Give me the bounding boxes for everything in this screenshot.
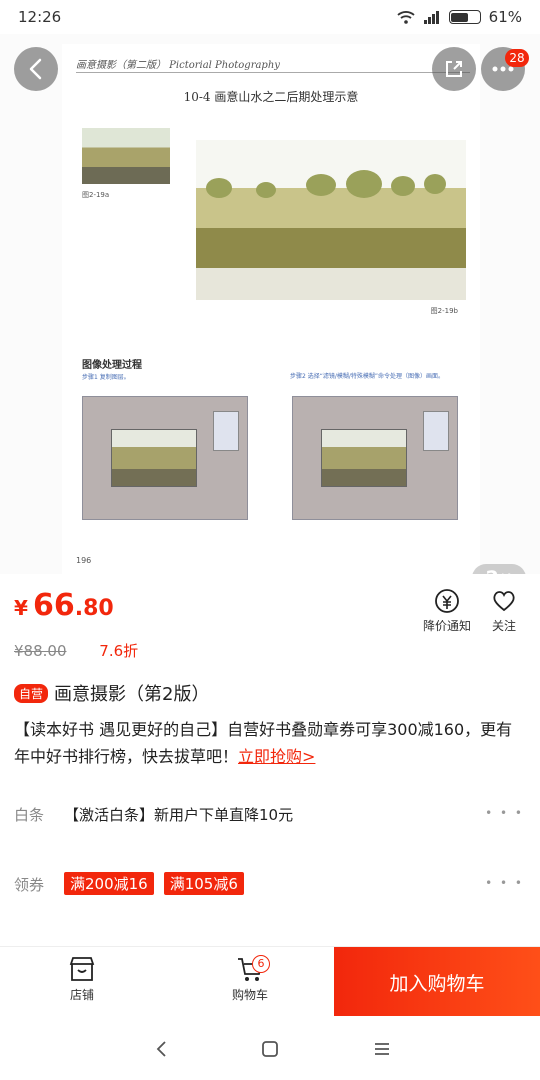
- tree: [256, 182, 276, 198]
- self-operated-tag: 自营: [14, 683, 49, 703]
- baitiao-text[interactable]: 【激活白条】新用户下单直降10元: [64, 804, 293, 825]
- back-button[interactable]: [14, 47, 58, 91]
- step-b: 步骤2 选择“滤镜/模糊/特殊模糊”命令处理（图像）画面。: [290, 373, 444, 380]
- editor-panel: [213, 411, 239, 451]
- process-title: 图像处理过程: [82, 360, 142, 371]
- tree: [306, 174, 336, 196]
- pager-current: 2: [486, 567, 499, 574]
- baitiao-more-icon[interactable]: • • •: [485, 806, 524, 820]
- original-price-row: ¥88.00 7.6折: [14, 640, 138, 661]
- system-nav-bar: [0, 1016, 540, 1080]
- status-bar: 12:26 61%: [0, 0, 540, 34]
- pager-total: /4: [499, 572, 513, 574]
- battery-percent: 61%: [488, 8, 522, 26]
- nav-back-button[interactable]: [146, 1034, 176, 1064]
- shop-icon: [69, 957, 95, 981]
- cart-button[interactable]: 购物车: [210, 955, 290, 1003]
- caption-a: 图2-19a: [82, 191, 110, 199]
- price-currency: ¥: [14, 596, 28, 620]
- page-header: 画意摄影（第二版） Pictorial Photography: [76, 60, 280, 71]
- coupon-label: 领券: [14, 876, 45, 894]
- step-a: 步骤1 复制图层。: [82, 374, 130, 381]
- follow-button[interactable]: 关注: [472, 588, 536, 634]
- nav-home-button[interactable]: [255, 1034, 285, 1064]
- message-badge: 28: [505, 49, 529, 67]
- battery-icon: [448, 10, 481, 24]
- original-price: ¥88.00: [14, 642, 67, 660]
- landscape-photo: [196, 140, 466, 300]
- tree: [424, 174, 446, 194]
- share-icon: [446, 61, 462, 77]
- add-to-cart-button[interactable]: 加入购物车: [334, 947, 540, 1017]
- image-pager: 2/4: [472, 564, 526, 574]
- price-decimal: .80: [74, 596, 114, 621]
- shop-label: 店铺: [69, 988, 94, 1002]
- chevron-left-icon: [29, 58, 42, 80]
- editor-screenshot-2: [292, 396, 458, 520]
- nav-menu-icon: [375, 1043, 389, 1055]
- price-alert-button[interactable]: 降价通知: [415, 588, 479, 634]
- nav-menu-button[interactable]: [367, 1034, 397, 1064]
- heart-icon: [493, 591, 515, 612]
- tree: [346, 170, 382, 198]
- nav-home-icon: [262, 1041, 278, 1057]
- bottom-action-bar: 店铺 购物车 6 加入购物车: [0, 946, 540, 1017]
- signal-icon: [423, 11, 439, 24]
- promo-text: 【读本好书 遇见更好的自己】自营好书叠勋章券可享300减160，更有年中好书排行…: [14, 716, 526, 770]
- wifi-icon: [397, 11, 415, 24]
- price: ¥ 66.80: [14, 588, 114, 623]
- editor-panel: [423, 411, 449, 451]
- baitiao-label: 白条: [14, 806, 45, 824]
- caption-b: 图2-19b: [430, 307, 458, 315]
- shop-button[interactable]: 店铺: [42, 955, 122, 1003]
- status-time: 12:26: [18, 8, 62, 26]
- cart-count-badge: 6: [252, 955, 270, 973]
- tree: [206, 178, 232, 198]
- nav-back-icon: [156, 1041, 166, 1057]
- coupon-list[interactable]: 满200减16 满105减6: [64, 872, 254, 895]
- coupon-tag[interactable]: 满105减6: [163, 872, 244, 895]
- product-title-row: 自营 画意摄影（第2版）: [14, 680, 209, 706]
- status-icons: 61%: [397, 8, 522, 26]
- product-title: 画意摄影（第2版）: [54, 684, 210, 705]
- discount-label: 7.6折: [99, 642, 139, 660]
- book-page-image: 画意摄影（第二版） Pictorial Photography 10-4 画意山…: [62, 44, 480, 574]
- editor-screenshot-1: [82, 396, 248, 520]
- price-alert-icon: [435, 589, 459, 613]
- follow-label: 关注: [491, 619, 516, 633]
- more-icon: [492, 66, 514, 72]
- price-alert-label: 降价通知: [422, 619, 471, 633]
- share-button[interactable]: [432, 47, 476, 91]
- coupon-tag[interactable]: 满200减16: [64, 872, 154, 895]
- coupon-more-icon[interactable]: • • •: [485, 876, 524, 890]
- product-image-carousel[interactable]: 画意摄影（第二版） Pictorial Photography 10-4 画意山…: [0, 34, 540, 574]
- page-number: 196: [76, 556, 92, 565]
- editor-canvas: [321, 429, 407, 487]
- promo-link[interactable]: 立即抢购>: [238, 747, 315, 766]
- page-heading: 10-4 画意山水之二后期处理示意: [183, 90, 359, 104]
- price-integer: 66: [33, 588, 75, 623]
- tree: [391, 176, 415, 196]
- page-header-rule: [76, 72, 470, 73]
- editor-canvas: [111, 429, 197, 487]
- landscape-thumbnail: [82, 128, 170, 184]
- cart-label: 购物车: [231, 988, 268, 1002]
